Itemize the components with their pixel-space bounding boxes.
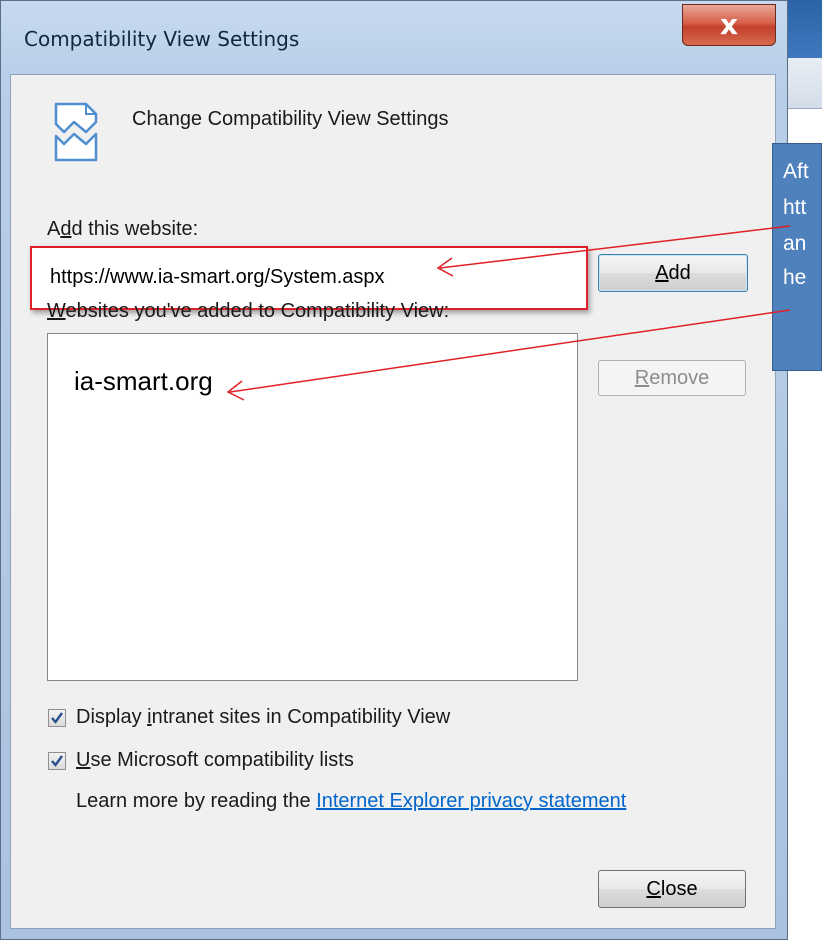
add-button[interactable]: Add: [598, 254, 748, 292]
remove-button[interactable]: Remove: [598, 360, 746, 396]
callout-line: he: [783, 266, 807, 289]
callout-line: Aft: [783, 160, 809, 183]
add-website-input[interactable]: [50, 262, 550, 292]
window-close-button[interactable]: x: [682, 4, 776, 46]
checkmark-icon: [51, 755, 63, 767]
checkmark-icon: [51, 712, 63, 724]
websites-list-label: Websites you've added to Compatibility V…: [47, 300, 450, 322]
ms-lists-checkbox-label: Use Microsoft compatibility lists: [76, 749, 354, 771]
callout-line: htt: [783, 196, 807, 219]
background-window-titlebar: [788, 0, 822, 58]
add-website-label: Add this website:: [47, 218, 199, 240]
background-window: [788, 0, 822, 941]
close-icon: x: [719, 8, 739, 41]
header-text: Change Compatibility View Settings: [132, 108, 449, 130]
callout-line: an: [783, 232, 807, 255]
dialog-title: Compatibility View Settings: [24, 27, 300, 51]
intranet-checkbox[interactable]: [48, 709, 66, 727]
instruction-callout: Aft htt an he: [772, 143, 822, 371]
background-window-toolbar: [788, 58, 822, 109]
close-button[interactable]: Close: [598, 870, 746, 908]
list-item[interactable]: ia-smart.org: [74, 366, 213, 397]
learn-more-text: Learn more by reading the Internet Explo…: [76, 790, 627, 812]
compatibility-view-icon: [54, 102, 98, 162]
privacy-statement-link[interactable]: Internet Explorer privacy statement: [316, 790, 626, 812]
websites-list[interactable]: ia-smart.org: [47, 333, 578, 681]
ms-lists-checkbox[interactable]: [48, 752, 66, 770]
intranet-checkbox-label: Display intranet sites in Compatibility …: [76, 706, 451, 728]
